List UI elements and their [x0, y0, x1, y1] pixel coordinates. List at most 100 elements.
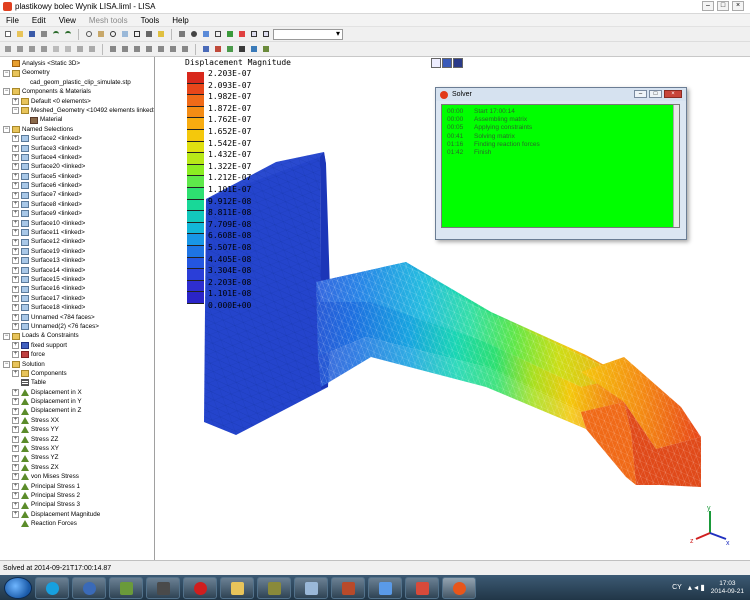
- pressure-icon[interactable]: [225, 44, 235, 54]
- tree-item[interactable]: + Displacement in Z: [0, 406, 154, 415]
- tree-item[interactable]: Table: [0, 378, 154, 387]
- menu-mesh-tools[interactable]: Mesh tools: [89, 16, 128, 25]
- collapse-icon[interactable]: −: [3, 88, 10, 96]
- tree-item[interactable]: + Components: [0, 369, 154, 378]
- merge-icon[interactable]: [87, 44, 97, 54]
- select-element-icon[interactable]: [15, 44, 25, 54]
- tree-item[interactable]: + Surface9 <linked>: [0, 209, 154, 218]
- expand-icon[interactable]: +: [12, 266, 19, 274]
- undo-icon[interactable]: [51, 29, 61, 39]
- app-taskbar-button-1[interactable]: [109, 576, 143, 599]
- tree-item[interactable]: + Displacement Magnitude: [0, 510, 154, 519]
- expand-icon[interactable]: +: [12, 285, 19, 293]
- color-icon[interactable]: [237, 29, 247, 39]
- tree-item[interactable]: + Default <0 elements>: [0, 97, 154, 106]
- tree-item[interactable]: + force: [0, 350, 154, 359]
- tree-item[interactable]: + Surface8 <linked>: [0, 200, 154, 209]
- view-front-icon[interactable]: [249, 29, 259, 39]
- expand-icon[interactable]: +: [12, 323, 19, 331]
- delete-icon[interactable]: [156, 44, 166, 54]
- tree-item[interactable]: + Displacement in Y: [0, 397, 154, 406]
- app-taskbar-button-6[interactable]: [368, 576, 402, 599]
- open-folder-icon[interactable]: [15, 29, 25, 39]
- tree-item[interactable]: Material: [0, 115, 154, 124]
- expand-icon[interactable]: +: [12, 510, 19, 518]
- menu-view[interactable]: View: [59, 16, 76, 25]
- zoom-fit-icon[interactable]: [120, 29, 130, 39]
- tree-item[interactable]: + Surface19 <linked>: [0, 247, 154, 256]
- extrude-icon[interactable]: [108, 44, 118, 54]
- start-button[interactable]: [4, 576, 32, 599]
- tree-item[interactable]: + Surface12 <linked>: [0, 237, 154, 246]
- edges-icon[interactable]: [225, 29, 235, 39]
- tree-item[interactable]: + Surface7 <linked>: [0, 190, 154, 199]
- expand-icon[interactable]: +: [12, 445, 19, 453]
- display-icon[interactable]: [156, 29, 166, 39]
- tree-item[interactable]: Analysis <Static 3D>: [0, 59, 154, 68]
- collapse-icon[interactable]: −: [3, 360, 10, 368]
- scale-icon[interactable]: [144, 44, 154, 54]
- solver-close-button[interactable]: ×: [664, 90, 682, 98]
- pan-icon[interactable]: [96, 29, 106, 39]
- thunderbird-taskbar-button[interactable]: [72, 576, 106, 599]
- expand-icon[interactable]: +: [12, 163, 19, 171]
- tree-item[interactable]: + Unnamed <784 faces>: [0, 313, 154, 322]
- solve-icon[interactable]: [237, 44, 247, 54]
- results-icon[interactable]: [249, 44, 259, 54]
- expand-icon[interactable]: +: [12, 501, 19, 509]
- zoom-box-icon[interactable]: [132, 29, 142, 39]
- menu-file[interactable]: File: [6, 16, 19, 25]
- view-mode-1-icon[interactable]: [431, 58, 441, 68]
- collapse-icon[interactable]: −: [12, 107, 19, 115]
- language-indicator[interactable]: CY: [672, 584, 682, 591]
- menu-help[interactable]: Help: [172, 16, 188, 25]
- expand-icon[interactable]: +: [12, 219, 19, 227]
- expand-icon[interactable]: +: [12, 201, 19, 209]
- app-taskbar-button-5[interactable]: [331, 576, 365, 599]
- tree-item[interactable]: + Stress ZZ: [0, 435, 154, 444]
- solver-minimize-button[interactable]: –: [634, 90, 647, 98]
- tree-item[interactable]: + fixed support: [0, 341, 154, 350]
- expand-icon[interactable]: +: [12, 388, 19, 396]
- expand-icon[interactable]: +: [12, 154, 19, 162]
- view-combo[interactable]: [273, 28, 343, 40]
- explorer-taskbar-button[interactable]: [220, 576, 254, 599]
- tree-item[interactable]: + Stress XY: [0, 444, 154, 453]
- hide-icon[interactable]: [51, 44, 61, 54]
- fix-icon[interactable]: [201, 44, 211, 54]
- check-icon[interactable]: [180, 44, 190, 54]
- tree-item[interactable]: + Stress YZ: [0, 453, 154, 462]
- app-taskbar-button-7[interactable]: [405, 576, 439, 599]
- tree-item[interactable]: + Surface15 <linked>: [0, 275, 154, 284]
- tree-item[interactable]: + Principal Stress 3: [0, 500, 154, 509]
- tree-item[interactable]: + Surface14 <linked>: [0, 266, 154, 275]
- tree-item[interactable]: + Surface16 <linked>: [0, 284, 154, 293]
- expand-icon[interactable]: +: [12, 313, 19, 321]
- print-icon[interactable]: [39, 29, 49, 39]
- collapse-icon[interactable]: −: [3, 332, 10, 340]
- show-icon[interactable]: [63, 44, 73, 54]
- close-button[interactable]: ×: [732, 1, 744, 11]
- rotate-icon[interactable]: [84, 29, 94, 39]
- tree-item[interactable]: + Surface20 <linked>: [0, 162, 154, 171]
- tree-item[interactable]: + Displacement in X: [0, 388, 154, 397]
- expand-icon[interactable]: +: [12, 398, 19, 406]
- tree-item[interactable]: + Stress ZX: [0, 463, 154, 472]
- mesh-icon[interactable]: [177, 29, 187, 39]
- tree-item[interactable]: + Surface11 <linked>: [0, 228, 154, 237]
- tree-item[interactable]: + Stress XX: [0, 416, 154, 425]
- tree-item[interactable]: − Components & Materials: [0, 87, 154, 96]
- tree-item[interactable]: + Surface5 <linked>: [0, 172, 154, 181]
- expand-icon[interactable]: +: [12, 182, 19, 190]
- maximize-button[interactable]: □: [717, 1, 729, 11]
- expand-icon[interactable]: +: [12, 351, 19, 359]
- save-icon[interactable]: [27, 29, 37, 39]
- expand-icon[interactable]: +: [12, 482, 19, 490]
- new-file-icon[interactable]: [3, 29, 13, 39]
- tree-item[interactable]: + Unnamed(2) <76 faces>: [0, 322, 154, 331]
- collapse-icon[interactable]: −: [3, 125, 10, 133]
- pick-icon[interactable]: [144, 29, 154, 39]
- move-icon[interactable]: [132, 44, 142, 54]
- view-mode-2-icon[interactable]: [442, 58, 452, 68]
- tray-icons[interactable]: ▴ ◂ ▮: [688, 583, 705, 592]
